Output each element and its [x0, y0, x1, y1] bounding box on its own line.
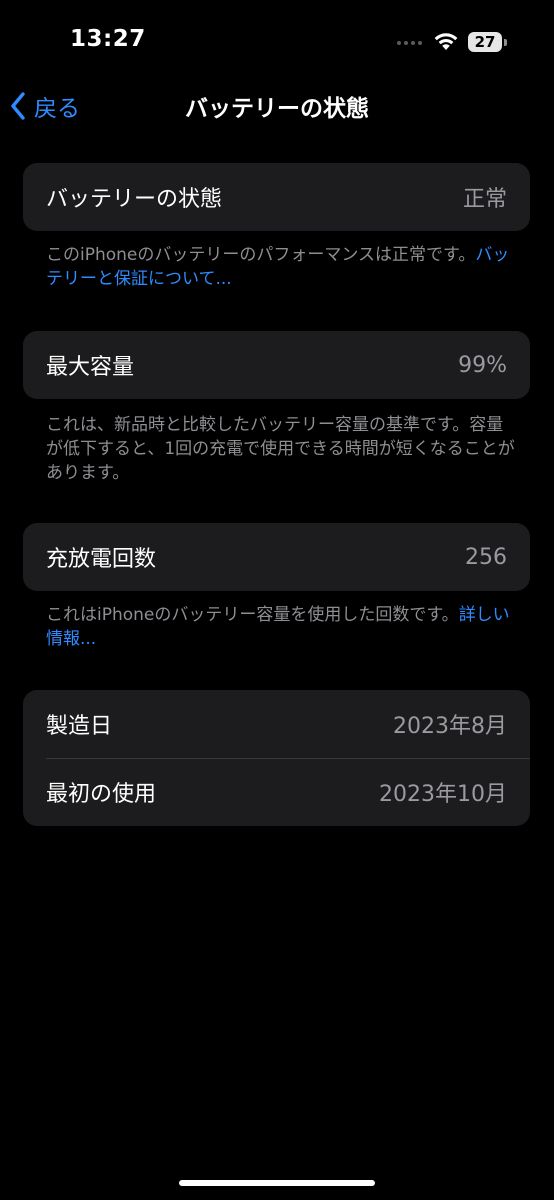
- battery-health-note-text: このiPhoneのバッテリーのパフォーマンスは正常です。: [46, 245, 476, 265]
- cycle-count-label: 充放電回数: [46, 547, 157, 572]
- max-capacity-value: 99%: [458, 352, 507, 378]
- max-capacity-label: 最大容量: [46, 355, 135, 380]
- battery-icon: 27: [468, 32, 508, 52]
- battery-health-label: バッテリーの状態: [46, 187, 223, 212]
- max-capacity-card: 最大容量 99%: [23, 331, 530, 399]
- wifi-icon: [434, 33, 458, 50]
- max-capacity-row: 最大容量 99%: [23, 331, 530, 399]
- page-title: バッテリーの状態: [185, 96, 369, 122]
- row-divider: [46, 758, 530, 759]
- cycle-count-row: 充放電回数 256: [23, 523, 530, 591]
- cycle-count-note-text: これはiPhoneのバッテリー容量を使用した回数です。: [46, 605, 459, 625]
- battery-health-note: このiPhoneのバッテリーのパフォーマンスは正常です。バッテリーと保証について…: [46, 243, 516, 291]
- battery-health-row: バッテリーの状態 正常: [23, 163, 530, 231]
- max-capacity-note: これは、新品時と比較したバッテリー容量の基準です。容量が低下すると、1回の充電で…: [46, 415, 515, 483]
- status-time: 13:27: [70, 26, 146, 52]
- first-use-row: 最初の使用 2023年10月: [23, 758, 530, 826]
- cellular-signal-icon: [397, 41, 422, 45]
- manufacture-date-label: 製造日: [46, 714, 113, 739]
- cycle-count-value: 256: [465, 544, 507, 570]
- first-use-label: 最初の使用: [46, 782, 157, 807]
- battery-health-value: 正常: [462, 187, 507, 212]
- manufacture-date-value: 2023年8月: [393, 714, 507, 739]
- dates-card: 製造日 2023年8月 最初の使用 2023年10月: [23, 690, 530, 826]
- cycle-count-note: これはiPhoneのバッテリー容量を使用した回数です。詳しい情報...: [46, 603, 516, 651]
- cycle-count-card: 充放電回数 256: [23, 523, 530, 591]
- battery-health-card: バッテリーの状態 正常: [23, 163, 530, 231]
- home-indicator[interactable]: [179, 1180, 375, 1186]
- battery-level: 27: [468, 32, 502, 52]
- manufacture-date-row: 製造日 2023年8月: [23, 690, 530, 758]
- first-use-value: 2023年10月: [379, 782, 507, 807]
- status-bar: 13:27 27: [0, 0, 554, 80]
